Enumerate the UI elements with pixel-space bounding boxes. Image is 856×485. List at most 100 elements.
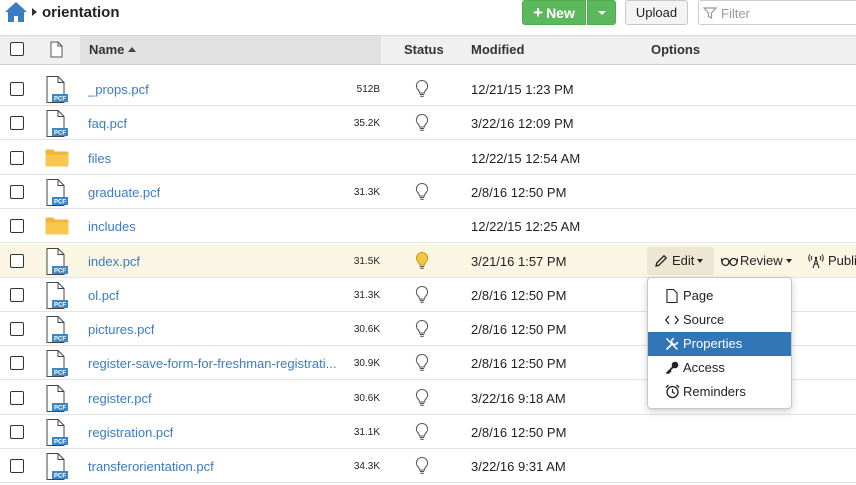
- column-options-header: Options: [651, 42, 701, 57]
- pcf-file-icon: PCF: [46, 350, 68, 377]
- modified-date: 2/8/16 12:50 PM: [471, 322, 567, 337]
- modified-date: 12/22/15 12:25 AM: [471, 219, 581, 234]
- edit-dropdown-menu: Page Source Properties Access Reminders: [647, 277, 792, 409]
- edit-label: Edit: [672, 253, 695, 268]
- plus-icon: +: [533, 3, 544, 22]
- svg-text:PCF: PCF: [54, 440, 66, 446]
- row-checkbox[interactable]: [10, 151, 24, 165]
- chevron-down-icon: [786, 259, 792, 263]
- file-name-link[interactable]: index.pcf: [88, 254, 140, 269]
- lightbulb-off-icon: [414, 79, 430, 104]
- row-checkbox[interactable]: [10, 116, 24, 130]
- row-checkbox[interactable]: [10, 425, 24, 439]
- file-size: 30.9K: [353, 358, 380, 369]
- modified-date: 2/8/16 12:50 PM: [471, 425, 567, 440]
- table-header: Name Status Modified Options: [0, 35, 856, 65]
- column-modified-header[interactable]: Modified: [471, 42, 524, 57]
- folder-name-link[interactable]: includes: [88, 219, 136, 234]
- file-name-link[interactable]: register.pcf: [88, 391, 152, 406]
- table-row[interactable]: includes 12/22/15 12:25 AM: [0, 209, 856, 243]
- row-checkbox[interactable]: [10, 356, 24, 370]
- filter-box[interactable]: [698, 0, 856, 25]
- file-size: 31.1K: [353, 427, 380, 438]
- menu-item-access[interactable]: Access: [648, 356, 791, 380]
- menu-item-source-label: Source: [683, 312, 725, 327]
- table-row[interactable]: PCF _props.pcf 512B 12/21/15 1:23 PM: [0, 72, 856, 106]
- new-button[interactable]: + New: [522, 0, 586, 25]
- menu-item-page[interactable]: Page: [648, 284, 791, 308]
- folder-name-link[interactable]: files: [88, 151, 111, 166]
- new-dropdown-button[interactable]: [587, 0, 616, 25]
- row-checkbox[interactable]: [10, 82, 24, 96]
- column-status-header[interactable]: Status: [404, 42, 444, 57]
- table-row-highlighted[interactable]: PCF index.pcf 31.5K 3/21/16 1:57 PM Edit…: [0, 244, 856, 278]
- menu-item-reminders-label: Reminders: [683, 384, 746, 399]
- review-dropdown-button[interactable]: Review: [720, 247, 796, 275]
- menu-item-reminders[interactable]: Reminders: [648, 380, 791, 404]
- pcf-file-icon: PCF: [46, 248, 68, 275]
- column-name-header[interactable]: Name: [89, 42, 137, 57]
- lightbulb-off-icon: [414, 456, 430, 481]
- svg-text:PCF: PCF: [54, 131, 66, 137]
- broadcast-icon: [808, 254, 824, 269]
- filter-input[interactable]: [719, 4, 849, 22]
- file-name-link[interactable]: register-save-form-for-freshman-registra…: [88, 356, 337, 371]
- file-type-icon: [50, 41, 63, 58]
- menu-item-properties[interactable]: Properties: [648, 332, 791, 356]
- home-icon[interactable]: [4, 1, 28, 23]
- file-name-link[interactable]: _props.pcf: [88, 82, 149, 97]
- publish-button[interactable]: Publi: [806, 247, 856, 275]
- row-checkbox[interactable]: [10, 322, 24, 336]
- row-checkbox[interactable]: [10, 219, 24, 233]
- upload-button[interactable]: Upload: [625, 0, 688, 25]
- file-size: 30.6K: [353, 393, 380, 404]
- file-name-link[interactable]: transferorientation.pcf: [88, 459, 214, 474]
- pcf-file-icon: PCF: [46, 453, 68, 480]
- sort-ascending-icon: [128, 47, 137, 52]
- menu-item-properties-label: Properties: [683, 336, 743, 351]
- modified-date: 3/21/16 1:57 PM: [471, 254, 567, 269]
- row-checkbox[interactable]: [10, 185, 24, 199]
- svg-text:PCF: PCF: [54, 371, 66, 377]
- pcf-file-icon: PCF: [46, 76, 68, 103]
- row-checkbox[interactable]: [10, 254, 24, 268]
- select-all-checkbox[interactable]: [10, 42, 24, 56]
- row-checkbox[interactable]: [10, 391, 24, 405]
- menu-item-source[interactable]: Source: [648, 308, 791, 332]
- top-bar: orientation + New Upload: [0, 0, 856, 28]
- svg-text:PCF: PCF: [54, 406, 66, 412]
- pcf-file-icon: PCF: [46, 110, 68, 137]
- svg-text:PCF: PCF: [54, 474, 66, 480]
- pcf-file-icon: PCF: [46, 419, 68, 446]
- file-size: 31.5K: [353, 256, 380, 267]
- svg-text:PCF: PCF: [54, 97, 66, 103]
- table-row[interactable]: PCF transferorientation.pcf 34.3K 3/22/1…: [0, 449, 856, 483]
- page-icon: [666, 289, 678, 303]
- row-checkbox[interactable]: [10, 459, 24, 473]
- modified-date: 12/21/15 1:23 PM: [471, 82, 574, 97]
- chevron-down-icon: [697, 259, 703, 263]
- table-row[interactable]: PCF graduate.pcf 31.3K 2/8/16 12:50 PM: [0, 175, 856, 209]
- file-name-link[interactable]: ol.pcf: [88, 288, 119, 303]
- edit-dropdown-button[interactable]: Edit: [647, 247, 714, 275]
- lightbulb-off-icon: [414, 319, 430, 344]
- row-checkbox[interactable]: [10, 288, 24, 302]
- key-icon: [665, 361, 679, 375]
- svg-text:PCF: PCF: [54, 269, 66, 275]
- file-name-link[interactable]: registration.pcf: [88, 425, 173, 440]
- svg-text:PCF: PCF: [54, 337, 66, 343]
- file-size: 31.3K: [353, 187, 380, 198]
- menu-item-access-label: Access: [683, 360, 725, 375]
- file-name-link[interactable]: faq.pcf: [88, 116, 127, 131]
- table-row[interactable]: PCF faq.pcf 35.2K 3/22/16 12:09 PM: [0, 106, 856, 140]
- table-row[interactable]: files 12/22/15 12:54 AM: [0, 141, 856, 175]
- table-row[interactable]: PCF registration.pcf 31.1K 2/8/16 12:50 …: [0, 415, 856, 449]
- publish-label: Publi: [828, 253, 856, 268]
- file-name-link[interactable]: pictures.pcf: [88, 322, 154, 337]
- breadcrumb-current[interactable]: orientation: [42, 4, 120, 21]
- lightbulb-off-icon: [414, 113, 430, 138]
- folder-icon: [45, 149, 69, 167]
- funnel-icon: [703, 7, 717, 19]
- file-name-link[interactable]: graduate.pcf: [88, 185, 160, 200]
- modified-date: 3/22/16 9:18 AM: [471, 391, 566, 406]
